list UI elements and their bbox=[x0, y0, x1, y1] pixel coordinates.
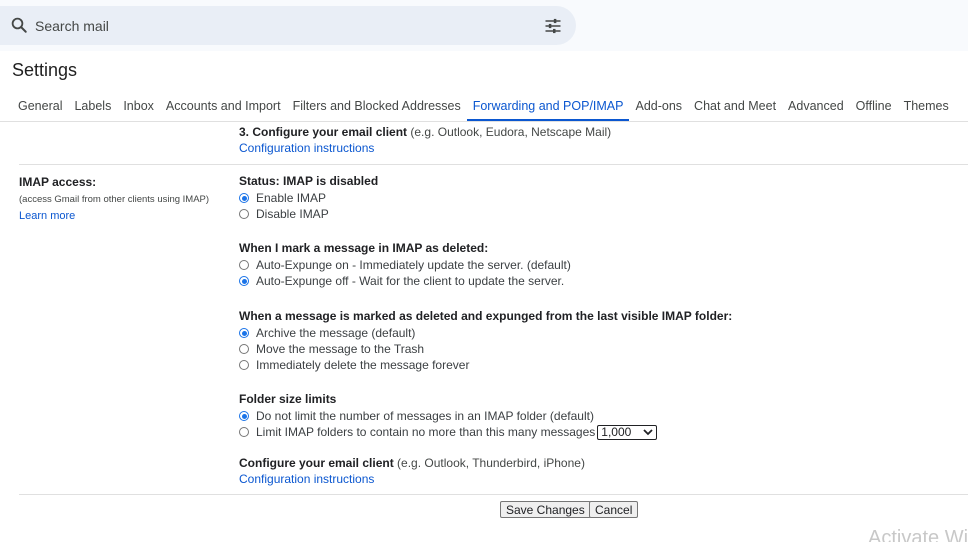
imap-configure-client: Configure your email client (e.g. Outloo… bbox=[239, 456, 585, 486]
radio-label: Move the message to the Trash bbox=[256, 342, 425, 356]
radio-label: Archive the message (default) bbox=[256, 326, 416, 340]
tab-labels[interactable]: Labels bbox=[68, 92, 117, 120]
pop-configure-client: 3. Configure your email client (e.g. Out… bbox=[239, 125, 611, 155]
radio-button[interactable] bbox=[239, 411, 249, 421]
radio-label: Immediately delete the message forever bbox=[256, 358, 470, 372]
radio-button[interactable] bbox=[239, 427, 249, 437]
folder-limit-select[interactable]: 1,000 bbox=[597, 424, 658, 440]
radio-label: Do not limit the number of messages in a… bbox=[256, 409, 594, 423]
search-options-icon[interactable] bbox=[543, 16, 563, 36]
pop-config-hint: (e.g. Outlook, Eudora, Netscape Mail) bbox=[410, 125, 612, 139]
radio-button[interactable] bbox=[239, 209, 249, 219]
radio-button[interactable] bbox=[239, 260, 249, 270]
radio-button[interactable] bbox=[239, 328, 249, 338]
imap-access-option[interactable]: Enable IMAP bbox=[239, 190, 378, 206]
imap-expunged-option[interactable]: Move the message to the Trash bbox=[239, 341, 732, 357]
imap-access-label: IMAP access: bbox=[19, 175, 97, 189]
radio-button[interactable] bbox=[239, 344, 249, 354]
section-divider bbox=[19, 164, 968, 165]
pop-config-heading: 3. Configure your email client bbox=[239, 125, 408, 139]
imap-deleted-option[interactable]: Auto-Expunge on - Immediately update the… bbox=[239, 257, 571, 273]
imap-folder-option[interactable]: Limit IMAP folders to contain no more th… bbox=[239, 424, 658, 440]
footer-divider bbox=[19, 494, 968, 495]
search-input[interactable] bbox=[35, 6, 515, 45]
imap-expunged-heading: When a message is marked as deleted and … bbox=[239, 309, 733, 323]
tab-offline[interactable]: Offline bbox=[850, 92, 898, 120]
activation-watermark: Activate Wi bbox=[868, 527, 968, 542]
imap-deleted-heading: When I mark a message in IMAP as deleted… bbox=[239, 241, 489, 255]
imap-status-group: Status: IMAP is disabled Enable IMAP Disa… bbox=[239, 174, 378, 222]
radio-label: Auto-Expunge off - Wait for the client t… bbox=[256, 274, 565, 288]
imap-config-instructions-link[interactable]: Configuration instructions bbox=[239, 472, 374, 486]
tab-chat-and-meet[interactable]: Chat and Meet bbox=[688, 92, 782, 120]
imap-folder-group: Folder size limits Do not limit the numb… bbox=[239, 392, 658, 440]
search-bar[interactable] bbox=[0, 6, 576, 45]
tab-accounts-and-import[interactable]: Accounts and Import bbox=[160, 92, 287, 120]
imap-expunged-option[interactable]: Immediately delete the message forever bbox=[239, 357, 732, 373]
imap-expunged-option[interactable]: Archive the message (default) bbox=[239, 325, 732, 341]
cancel-button[interactable]: Cancel bbox=[589, 501, 639, 518]
imap-access-option[interactable]: Disable IMAP bbox=[239, 206, 378, 222]
search-icon[interactable] bbox=[10, 16, 28, 34]
radio-button[interactable] bbox=[239, 360, 249, 370]
imap-status: Status: IMAP is disabled bbox=[239, 174, 379, 188]
imap-deleted-group: When I mark a message in IMAP as deleted… bbox=[239, 241, 571, 289]
imap-learn-more-link[interactable]: Learn more bbox=[19, 210, 75, 222]
save-changes-button[interactable]: Save Changes bbox=[500, 501, 591, 518]
imap-folder-heading: Folder size limits bbox=[239, 392, 337, 406]
folder-limit-value: 1,000 bbox=[601, 425, 632, 439]
imap-access-sub: (access Gmail from other clients using I… bbox=[19, 194, 210, 205]
imap-client-heading: Configure your email client bbox=[239, 456, 394, 470]
pop-config-instructions-link[interactable]: Configuration instructions bbox=[239, 141, 374, 155]
imap-expunged-group: When a message is marked as deleted and … bbox=[239, 309, 732, 373]
radio-button[interactable] bbox=[239, 193, 249, 203]
tab-filters-and-blocked-addresses[interactable]: Filters and Blocked Addresses bbox=[287, 92, 467, 120]
tab-forwarding-and-pop-imap[interactable]: Forwarding and POP/IMAP bbox=[466, 92, 630, 121]
imap-client-hint: (e.g. Outlook, Thunderbird, iPhone) bbox=[397, 456, 585, 470]
radio-label: Auto-Expunge on - Immediately update the… bbox=[256, 258, 571, 272]
imap-folder-option[interactable]: Do not limit the number of messages in a… bbox=[239, 408, 657, 424]
page-title: Settings bbox=[12, 60, 78, 80]
imap-label-block: IMAP access: (access Gmail from other cl… bbox=[19, 175, 229, 222]
tab-inbox[interactable]: Inbox bbox=[117, 92, 160, 120]
tab-add-ons[interactable]: Add-ons bbox=[629, 92, 688, 120]
radio-label: Limit IMAP folders to contain no more th… bbox=[256, 425, 596, 439]
tab-general[interactable]: General bbox=[12, 92, 68, 120]
settings-tabs: General Labels Inbox Accounts and Import Fil… bbox=[12, 92, 955, 122]
radio-button[interactable] bbox=[239, 276, 249, 286]
radio-label: Enable IMAP bbox=[256, 191, 327, 205]
radio-label: Disable IMAP bbox=[256, 207, 329, 221]
tab-advanced[interactable]: Advanced bbox=[782, 92, 850, 120]
tabs-divider bbox=[0, 121, 968, 122]
tab-themes[interactable]: Themes bbox=[898, 92, 955, 120]
top-bar bbox=[0, 0, 968, 51]
chevron-down-icon bbox=[643, 429, 653, 436]
imap-deleted-option[interactable]: Auto-Expunge off - Wait for the client t… bbox=[239, 273, 571, 289]
